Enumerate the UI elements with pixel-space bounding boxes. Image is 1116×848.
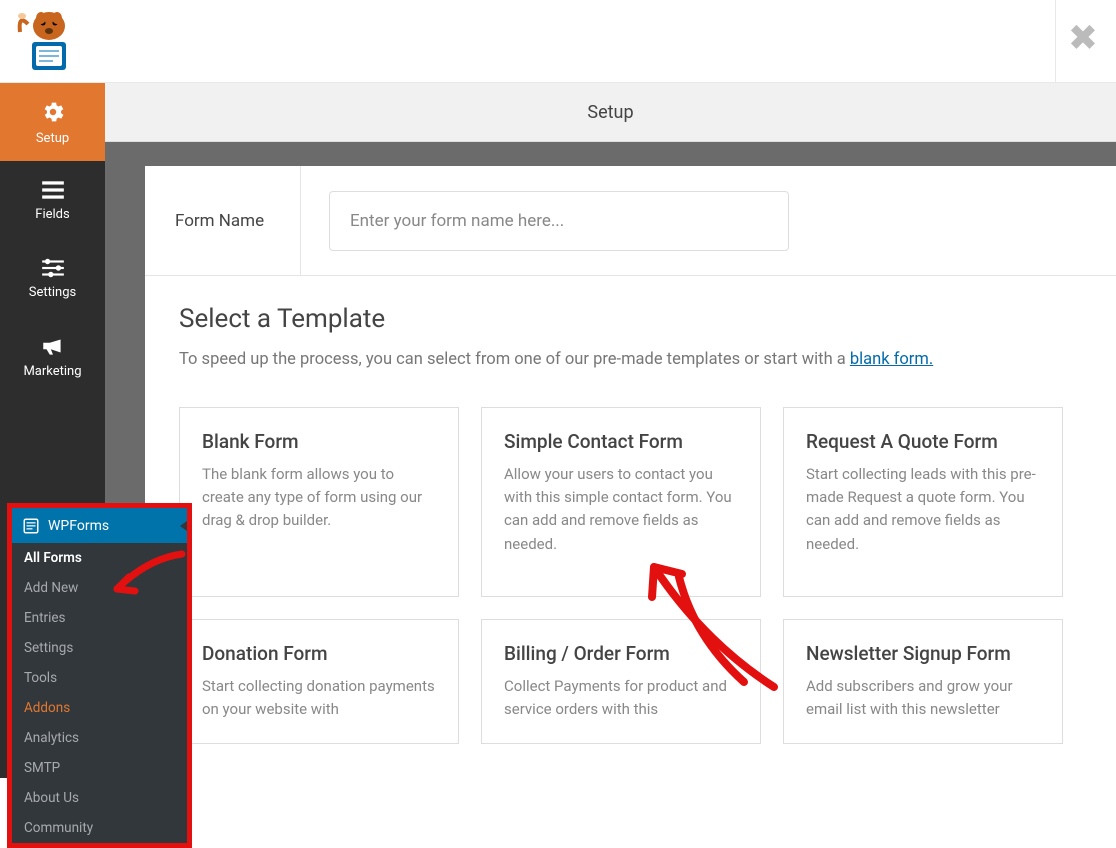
top-bar: ✖ bbox=[0, 0, 1116, 83]
submenu-about-us[interactable]: About Us bbox=[12, 783, 187, 813]
sidebar-item-setup[interactable]: Setup bbox=[0, 83, 105, 161]
main-area: Setup Form Name Select a Template To spe… bbox=[105, 83, 1116, 778]
list-icon bbox=[40, 179, 66, 201]
sidebar-label: Setup bbox=[36, 131, 69, 146]
template-card-newsletter[interactable]: Newsletter Signup Form Add subscribers a… bbox=[783, 619, 1063, 745]
page-title: Setup bbox=[587, 102, 633, 123]
wpforms-logo bbox=[14, 6, 84, 76]
form-name-input[interactable] bbox=[329, 191, 789, 251]
template-card-donation[interactable]: Donation Form Start collecting donation … bbox=[179, 619, 459, 745]
top-divider bbox=[1055, 0, 1056, 82]
templates-subtext: To speed up the process, you can select … bbox=[179, 348, 1082, 373]
form-name-label: Form Name bbox=[145, 166, 301, 275]
template-card-simple-contact[interactable]: Simple Contact Form Allow your users to … bbox=[481, 407, 761, 597]
sidebar-item-fields[interactable]: Fields bbox=[0, 161, 105, 239]
submenu-community[interactable]: Community bbox=[12, 813, 187, 843]
sidebar-item-settings[interactable]: Settings bbox=[0, 239, 105, 317]
gear-icon bbox=[40, 99, 66, 125]
blank-form-link[interactable]: blank form. bbox=[850, 350, 933, 369]
submenu-smtp[interactable]: SMTP bbox=[12, 753, 187, 783]
submenu-add-new[interactable]: Add New bbox=[12, 573, 187, 603]
submenu-entries[interactable]: Entries bbox=[12, 603, 187, 633]
submenu-addons[interactable]: Addons bbox=[12, 693, 187, 723]
submenu-tools[interactable]: Tools bbox=[12, 663, 187, 693]
form-name-row: Form Name bbox=[145, 166, 1116, 276]
sidebar-item-marketing[interactable]: Marketing bbox=[0, 317, 105, 395]
bullhorn-icon bbox=[40, 334, 66, 358]
template-card-billing[interactable]: Billing / Order Form Collect Payments fo… bbox=[481, 619, 761, 745]
sidebar-label: Marketing bbox=[23, 364, 81, 379]
sidebar-label: Fields bbox=[35, 207, 69, 222]
sidebar-label: Settings bbox=[29, 285, 76, 300]
submenu-analytics[interactable]: Analytics bbox=[12, 723, 187, 753]
submenu-settings[interactable]: Settings bbox=[12, 633, 187, 663]
submenu-all-forms[interactable]: All Forms bbox=[12, 543, 187, 573]
wp-submenu-list: All Forms Add New Entries Settings Tools… bbox=[12, 543, 187, 843]
template-card-blank[interactable]: Blank Form The blank form allows you to … bbox=[179, 407, 459, 597]
template-cards: Blank Form The blank form allows you to … bbox=[179, 407, 1082, 745]
sliders-icon bbox=[40, 257, 66, 279]
caret-icon bbox=[180, 521, 187, 531]
page-title-bar: Setup bbox=[105, 83, 1116, 142]
wp-submenu-header[interactable]: WPForms bbox=[12, 508, 187, 543]
red-highlight-box: WPForms All Forms Add New Entries Settin… bbox=[7, 503, 192, 848]
templates-heading: Select a Template bbox=[179, 304, 1082, 334]
setup-canvas: Form Name Select a Template To speed up … bbox=[145, 166, 1116, 778]
template-card-request-quote[interactable]: Request A Quote Form Start collecting le… bbox=[783, 407, 1063, 597]
close-icon[interactable]: ✖ bbox=[1068, 20, 1098, 56]
annotation-submenu: WPForms All Forms Add New Entries Settin… bbox=[7, 503, 192, 848]
